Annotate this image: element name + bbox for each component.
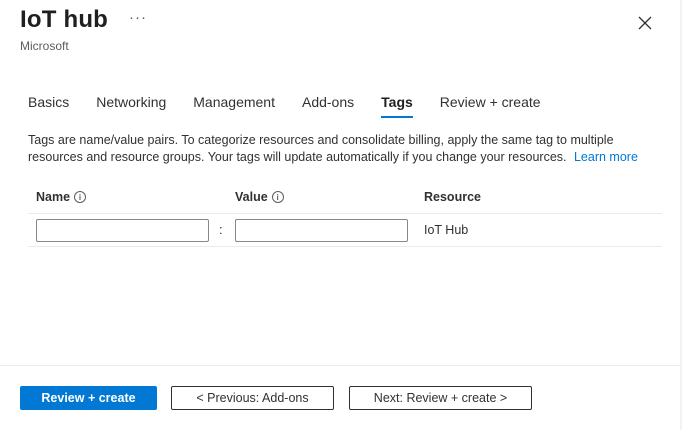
review-create-button[interactable]: Review + create <box>20 386 157 410</box>
tag-value-input[interactable] <box>235 219 408 242</box>
next-button[interactable]: Next: Review + create > <box>349 386 532 410</box>
tag-name-input[interactable] <box>36 219 209 242</box>
iot-hub-create-page: IoT hub ··· Microsoft Basics Networking … <box>0 0 682 430</box>
column-header-resource: Resource <box>424 190 481 204</box>
tab-tags[interactable]: Tags <box>373 92 421 118</box>
tags-grid-header: Name i Value i Resource <box>28 188 662 214</box>
name-info-icon[interactable]: i <box>74 191 87 203</box>
table-row: : IoT Hub <box>28 214 662 247</box>
tag-resource-value: IoT Hub <box>424 223 469 237</box>
page-subtitle: Microsoft <box>20 39 69 53</box>
close-icon[interactable] <box>636 14 654 32</box>
name-value-separator: : <box>219 222 223 237</box>
wizard-tabs: Basics Networking Management Add-ons Tag… <box>20 92 560 120</box>
tags-description-text: Tags are name/value pairs. To categorize… <box>28 133 614 164</box>
tags-description: Tags are name/value pairs. To categorize… <box>28 132 668 166</box>
previous-button[interactable]: < Previous: Add-ons <box>171 386 334 410</box>
column-header-value: Value i <box>235 190 284 204</box>
footer-divider <box>0 365 682 366</box>
tab-review-create[interactable]: Review + create <box>432 92 549 118</box>
column-value-label: Value <box>235 190 268 204</box>
learn-more-link[interactable]: Learn more <box>574 150 638 164</box>
tab-basics[interactable]: Basics <box>20 92 77 118</box>
column-header-name: Name i <box>36 190 87 204</box>
tab-networking[interactable]: Networking <box>88 92 174 118</box>
column-resource-label: Resource <box>424 190 481 204</box>
value-info-icon[interactable]: i <box>271 191 284 203</box>
page-title: IoT hub <box>20 6 109 33</box>
tab-management[interactable]: Management <box>185 92 283 118</box>
column-name-label: Name <box>36 190 71 204</box>
more-options-icon[interactable]: ··· <box>129 9 147 26</box>
tab-add-ons[interactable]: Add-ons <box>294 92 362 118</box>
